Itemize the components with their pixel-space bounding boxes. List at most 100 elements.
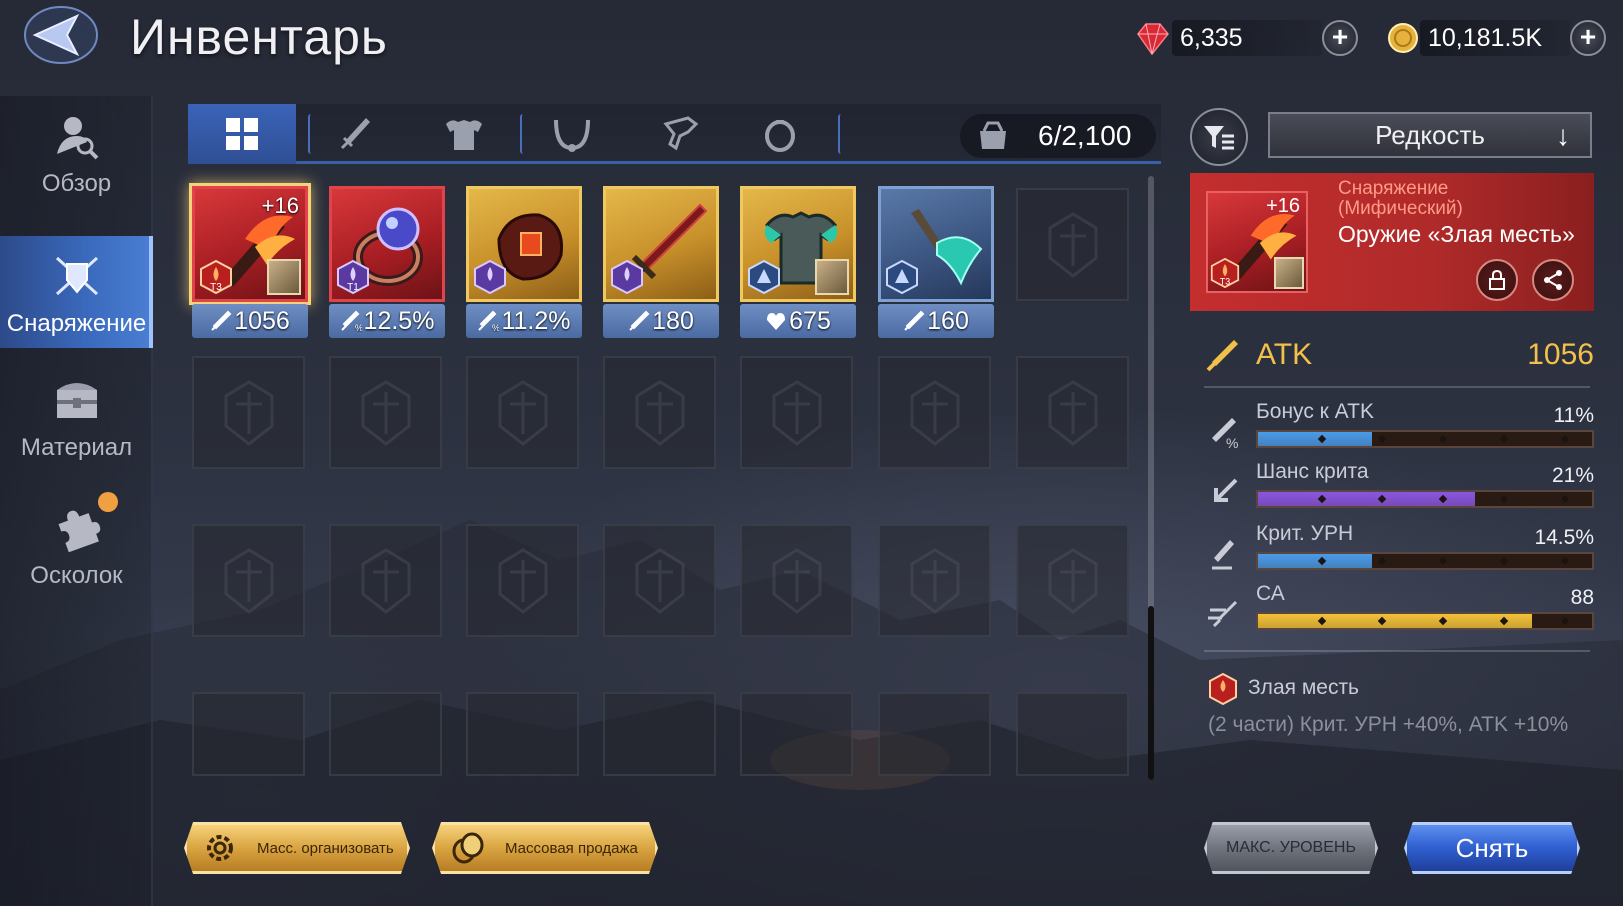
empty-slot bbox=[740, 356, 853, 469]
attack-bonus-icon: % bbox=[478, 310, 499, 332]
character-search-icon bbox=[56, 117, 98, 160]
set-bonus: Злая месть (2 части) Крит. УРН +40%, ATK… bbox=[1208, 672, 1588, 762]
sidebar-item-overview[interactable]: Обзор bbox=[0, 96, 153, 208]
gem-currency: 6,335 + bbox=[1132, 18, 1358, 58]
item-stat-value: 675 bbox=[789, 306, 831, 335]
svg-text:%: % bbox=[1226, 435, 1238, 450]
share-icon bbox=[1544, 270, 1562, 290]
bar-tick bbox=[1560, 434, 1570, 444]
bar-tick bbox=[1560, 616, 1570, 626]
sub-stat-label: Бонус к ATK bbox=[1256, 400, 1374, 423]
inventory-item[interactable]: 160 bbox=[878, 186, 994, 338]
inventory-item[interactable]: 675 bbox=[740, 186, 856, 338]
bag-icon bbox=[980, 121, 1006, 149]
tier-badge-icon: T3 bbox=[200, 259, 232, 295]
empty-slot bbox=[192, 692, 305, 776]
sidebar-item-equipment[interactable]: Снаряжение bbox=[0, 236, 153, 348]
lock-button[interactable] bbox=[1476, 259, 1518, 301]
bar-tick bbox=[1560, 556, 1570, 566]
item-stat: 160 bbox=[878, 304, 994, 338]
lock-icon bbox=[1489, 269, 1505, 290]
sub-stat-value: 21% bbox=[1551, 464, 1594, 487]
inventory-item[interactable]: 180 bbox=[603, 186, 719, 338]
item-frame bbox=[878, 186, 994, 302]
item-frame bbox=[466, 186, 582, 302]
stat-divider bbox=[1204, 386, 1590, 388]
gold-currency: 10,181.5K + bbox=[1386, 18, 1606, 58]
detail-item-level: +16 bbox=[1266, 195, 1300, 217]
tab-all[interactable] bbox=[188, 104, 296, 164]
empty-slot bbox=[1016, 356, 1129, 469]
tier-badge-icon bbox=[474, 259, 506, 295]
tab-separator bbox=[838, 114, 844, 154]
back-button[interactable] bbox=[18, 4, 100, 66]
tier-badge-icon bbox=[611, 259, 643, 295]
crit-chance-icon bbox=[1214, 478, 1238, 502]
scrollbar-thumb[interactable] bbox=[1148, 606, 1154, 780]
slot-emblem-icon bbox=[910, 548, 960, 614]
tab-weapon[interactable] bbox=[302, 104, 410, 164]
gear-icon bbox=[207, 835, 233, 861]
speed-icon bbox=[1208, 600, 1238, 628]
set-tier-icon bbox=[1209, 672, 1237, 706]
detail-category: Снаряжение (Мифический) bbox=[1338, 178, 1463, 219]
mass-organize-button[interactable]: Масс. организовать bbox=[184, 822, 410, 874]
slot-emblem-icon bbox=[772, 548, 822, 614]
item-stat-value: 1056 bbox=[234, 306, 290, 335]
slot-emblem-icon bbox=[635, 548, 685, 614]
character-portrait bbox=[1274, 257, 1304, 289]
bar-tick bbox=[1560, 494, 1570, 504]
add-gold-button[interactable]: + bbox=[1570, 20, 1606, 56]
bar-tick bbox=[1377, 434, 1387, 444]
tier-badge-icon bbox=[748, 259, 780, 295]
inventory-grid: +16 T3 1056 T1 12.5% 11.2% 180 675 160 bbox=[192, 186, 1134, 786]
filter-button[interactable] bbox=[1190, 108, 1248, 166]
empty-slot bbox=[1016, 188, 1129, 301]
main-stat-value: 1056 bbox=[1527, 338, 1594, 371]
slot-emblem-icon bbox=[1048, 548, 1098, 614]
sub-stat-label: Крит. УРН bbox=[1256, 522, 1354, 545]
unequip-button[interactable]: Снять bbox=[1404, 822, 1580, 874]
bar-tick bbox=[1499, 556, 1509, 566]
gold-coin-icon bbox=[1388, 23, 1418, 53]
item-stat-value: 11.2% bbox=[501, 306, 571, 335]
max-level-button[interactable]: МАКС. УРОВЕНЬ bbox=[1204, 822, 1378, 874]
slot-emblem-icon bbox=[1048, 380, 1098, 446]
grid-scrollbar[interactable] bbox=[1148, 176, 1154, 780]
mass-sell-button[interactable]: Массовая продажа bbox=[432, 822, 658, 874]
sub-stat-row: СА 88 bbox=[1200, 582, 1594, 642]
inventory-item[interactable]: T1 % 12.5% bbox=[329, 186, 445, 338]
sub-stat-label: Шанс крита bbox=[1256, 460, 1369, 483]
add-gems-button[interactable]: + bbox=[1322, 20, 1358, 56]
rarity-sort-select[interactable]: Редкость ↓ bbox=[1268, 112, 1592, 158]
empty-slot bbox=[329, 524, 442, 637]
tab-gloves[interactable] bbox=[626, 104, 734, 164]
inventory-item[interactable]: % 11.2% bbox=[466, 186, 582, 338]
arrow-down-icon: ↓ bbox=[1556, 120, 1570, 151]
unequip-label: Снять bbox=[1455, 832, 1529, 863]
tier-label: T3 bbox=[1220, 276, 1230, 286]
share-button[interactable] bbox=[1532, 259, 1574, 301]
inventory-item[interactable]: +16 T3 1056 bbox=[192, 186, 308, 338]
capacity-value: 6/2,100 bbox=[1038, 120, 1132, 151]
sidebar-item-shard[interactable]: Осколок bbox=[0, 488, 153, 600]
sidebar-item-material[interactable]: Материал bbox=[0, 360, 153, 472]
svg-text:%: % bbox=[355, 323, 362, 332]
empty-slot bbox=[878, 524, 991, 637]
set-name: Злая месть bbox=[1248, 676, 1359, 699]
armor-icon bbox=[446, 120, 482, 150]
stat-divider bbox=[1204, 650, 1590, 652]
tab-ring[interactable] bbox=[726, 104, 834, 164]
empty-slot bbox=[1016, 524, 1129, 637]
sub-stat-bar bbox=[1256, 490, 1594, 508]
tab-necklace[interactable] bbox=[518, 104, 626, 164]
item-stat: % 12.5% bbox=[329, 304, 445, 338]
empty-slot bbox=[192, 356, 305, 469]
item-frame bbox=[740, 186, 856, 302]
tab-armor[interactable] bbox=[410, 104, 518, 164]
main-stat-label: ATK bbox=[1256, 338, 1313, 371]
bar-tick bbox=[1499, 494, 1509, 504]
item-stat: 180 bbox=[603, 304, 719, 338]
item-stat: 1056 bbox=[192, 304, 308, 338]
coins-icon bbox=[452, 832, 484, 864]
